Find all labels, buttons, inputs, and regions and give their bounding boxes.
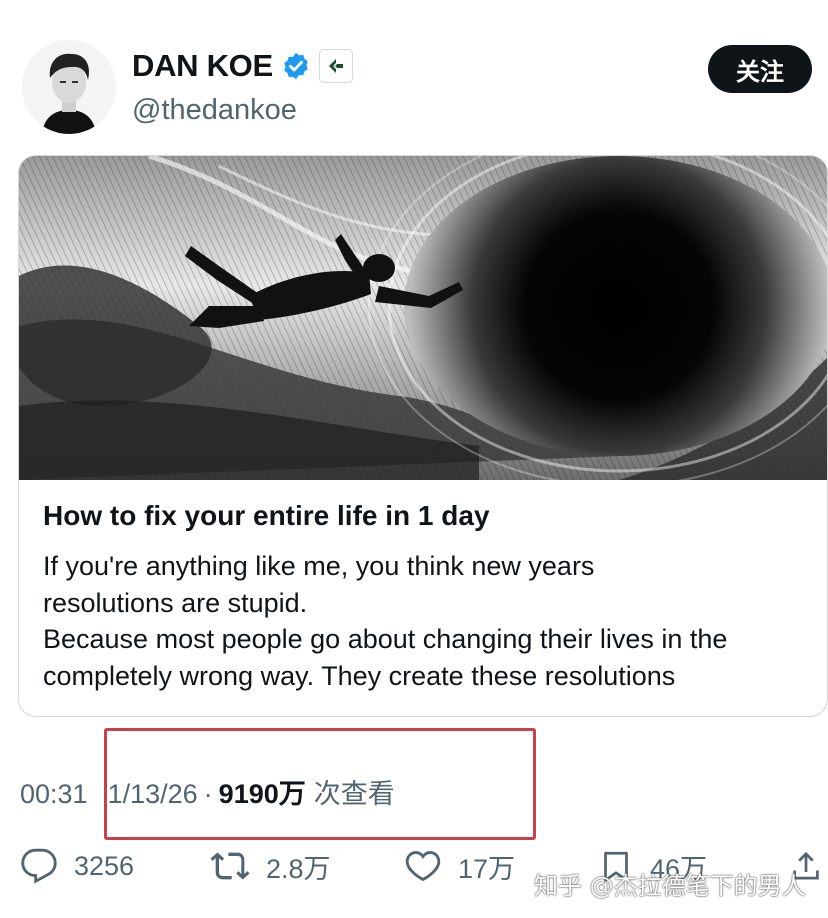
like-button[interactable]: 17万: [404, 842, 515, 890]
verified-badge-icon: [281, 51, 311, 81]
view-label: 次查看: [313, 779, 395, 809]
like-count: 17万: [458, 853, 516, 884]
watermark: 知乎 @杰拉德笔下的男人: [534, 872, 806, 900]
article-excerpt: If you're anything like me, you think ne…: [43, 548, 827, 694]
repost-icon: [210, 852, 250, 880]
view-count: 9190万: [218, 779, 306, 809]
tweet-screen: DAN KOE @thedankoe 关注 How to fix your en…: [0, 0, 828, 918]
repost-count: 2.8万: [266, 853, 331, 884]
article-title[interactable]: How to fix your entire life in 1 day: [43, 500, 490, 532]
article-cover-image[interactable]: [19, 156, 827, 487]
tweet-meta: 00:31 1/13/26 · 9190万 次查看: [20, 772, 395, 811]
reply-count: 3256: [74, 850, 135, 881]
affiliation-badge-icon[interactable]: [318, 49, 353, 83]
heart-icon: [405, 851, 441, 882]
excerpt-line: resolutions are stupid.: [43, 587, 308, 618]
name-row: DAN KOE: [132, 48, 353, 84]
reply-icon: [21, 848, 57, 884]
excerpt-line: If you're anything like me, you think ne…: [43, 551, 595, 581]
excerpt-line: completely wrong way. They create these …: [43, 660, 676, 691]
display-name[interactable]: DAN KOE: [132, 48, 273, 84]
post-date[interactable]: 1/13/26: [108, 779, 198, 810]
repost-button[interactable]: 2.8万: [210, 842, 331, 890]
meta-separator: ·: [203, 779, 213, 809]
reply-button[interactable]: 3256: [20, 842, 134, 890]
article-card[interactable]: How to fix your entire life in 1 day If …: [18, 155, 828, 717]
follow-button[interactable]: 关注: [708, 45, 812, 93]
avatar[interactable]: [22, 40, 116, 134]
excerpt-line: Because most people go about changing th…: [43, 624, 728, 654]
post-time[interactable]: 00:31: [20, 779, 88, 810]
user-handle[interactable]: @thedankoe: [132, 94, 297, 127]
